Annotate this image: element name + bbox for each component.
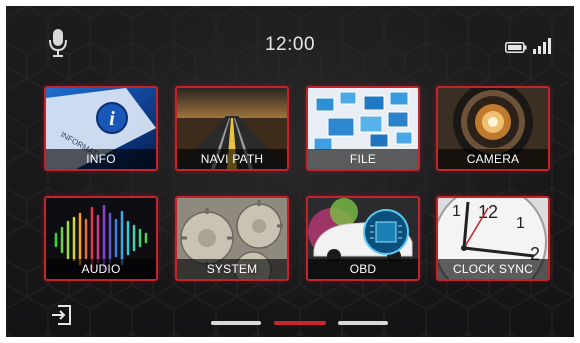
app-label-info: INFO xyxy=(46,149,156,169)
status-bar: 12:00 xyxy=(6,6,574,76)
app-tile-file[interactable]: FILE xyxy=(306,86,420,171)
app-label-obd: OBD xyxy=(308,259,418,279)
app-label-system: SYSTEM xyxy=(177,259,287,279)
app-label-audio: AUDIO xyxy=(46,259,156,279)
app-label-camera: CAMERA xyxy=(438,149,548,169)
exit-icon[interactable] xyxy=(50,304,72,326)
battery-icon xyxy=(505,42,527,53)
app-tile-info[interactable]: i INFORMATION INFO xyxy=(44,86,158,171)
app-tile-navi-path[interactable]: NAVI PATH xyxy=(175,86,289,171)
home-screen: 12:00 i INFORMATION INFO NAVI PATH FILE … xyxy=(6,6,574,337)
app-tile-obd[interactable]: OBD xyxy=(306,196,420,281)
clock-time: 12:00 xyxy=(264,34,316,55)
page-indicator-2[interactable] xyxy=(274,321,326,325)
app-label-navi-path: NAVI PATH xyxy=(177,149,287,169)
app-tile-system[interactable]: SYSTEM xyxy=(175,196,289,281)
app-tile-camera[interactable]: CAMERA xyxy=(436,86,550,171)
svg-text:1: 1 xyxy=(516,215,525,232)
app-label-file: FILE xyxy=(308,149,418,169)
signal-icon xyxy=(533,38,551,54)
app-tile-clock-sync[interactable]: 12 1 2 1 CLOCK SYNC xyxy=(436,196,550,281)
app-tile-audio[interactable]: AUDIO xyxy=(44,196,158,281)
page-indicator-3[interactable] xyxy=(338,321,388,325)
app-label-clock-sync: CLOCK SYNC xyxy=(438,259,548,279)
svg-text:i: i xyxy=(109,108,115,130)
page-indicator-1[interactable] xyxy=(211,321,261,325)
svg-text:1: 1 xyxy=(452,203,461,220)
